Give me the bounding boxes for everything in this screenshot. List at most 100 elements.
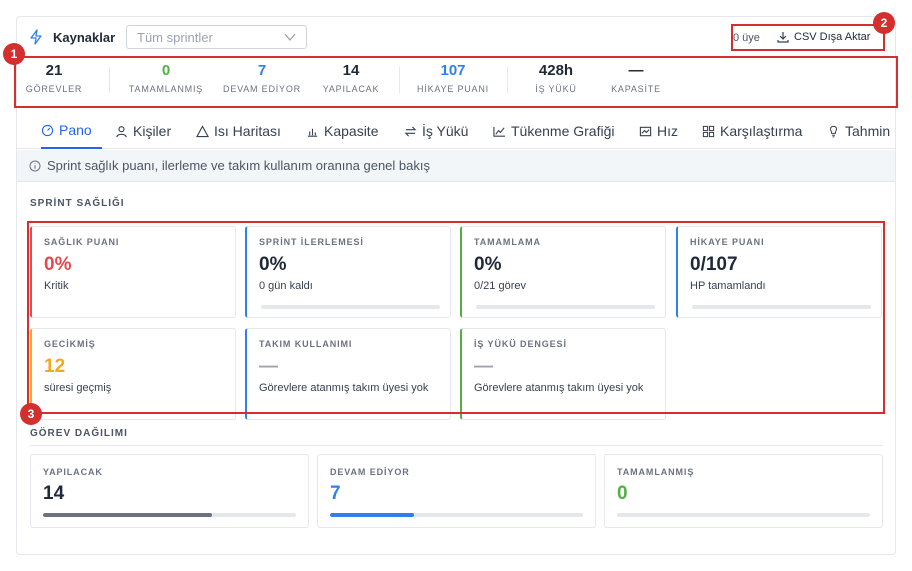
card-subtext: Görevlere atanmış takım üyesi yok [474, 382, 644, 394]
progress-bar [330, 513, 583, 517]
card-value: 0/107 [690, 254, 738, 275]
distribution-card-todo: YAPILACAK 14 [30, 454, 309, 528]
annotation-badge: 1 [3, 43, 25, 65]
stat-label: HİKAYE PUANI [417, 84, 489, 94]
tab-pano[interactable]: Pano [41, 113, 102, 149]
card-subtext: HP tamamlandı [690, 280, 766, 292]
card-value: 0% [44, 254, 72, 275]
tab-label: Hız [657, 123, 678, 139]
stat-label: İŞ YÜKÜ [535, 84, 577, 94]
health-card-story-points: HİKAYE PUANI 0/107 HP tamamlandı [676, 226, 882, 318]
page-title: Kaynaklar [53, 30, 116, 45]
info-icon [29, 160, 41, 171]
stat-todo: 14 YAPILACAK [311, 61, 391, 95]
card-subtext: süresi geçmiş [44, 382, 112, 394]
stat-value: 14 [342, 62, 360, 79]
tab-label: Isı Haritası [214, 123, 281, 139]
header-bar: Kaynaklar Tüm sprintler 0 üye CSV Dışa A… [17, 17, 895, 57]
card-value: — [259, 356, 278, 377]
stat-label: TAMAMLANMIŞ [128, 84, 204, 94]
health-card-sprint-progress: SPRİNT İLERLEMESİ 0% 0 gün kaldı [245, 226, 451, 318]
stat-capacity: — KAPASİTE [601, 61, 671, 95]
member-count: 0 üye [733, 32, 760, 44]
gauge-icon [41, 124, 54, 136]
card-value: 12 [44, 356, 66, 377]
progress-bar [692, 305, 871, 309]
stats-row: 21 GÖREVLER 0 TAMAMLANMIŞ 7 DEVAM EDİYOR… [17, 61, 895, 105]
tab-kapasite[interactable]: Kapasite [306, 113, 378, 149]
card-subtext: Kritik [44, 280, 69, 292]
card-subtext: 0/21 görev [474, 280, 526, 292]
bar-chart-icon [307, 128, 318, 137]
info-bar: Sprint sağlık puanı, ilerleme ve takım k… [17, 150, 895, 182]
stat-value: 428h [538, 62, 574, 79]
stat-value: 7 [257, 62, 267, 79]
stat-label: KAPASİTE [611, 84, 661, 94]
tab-label: İş Yükü [422, 123, 469, 139]
progress-fill [330, 513, 415, 517]
csv-export-label: CSV Dışa Aktar [794, 31, 871, 43]
stat-value: 21 [45, 62, 63, 79]
progress-bar [617, 513, 870, 517]
card-value: 7 [330, 483, 341, 504]
distribution-card-in-progress: DEVAM EDİYOR 7 [317, 454, 596, 528]
card-label: TAKIM KULLANIMI [259, 339, 353, 349]
tab-label: Karşılaştırma [720, 123, 803, 139]
sprint-select[interactable]: Tüm sprintler [126, 25, 307, 49]
card-value: 0% [474, 254, 502, 275]
tab-isi-haritasi[interactable]: Isı Haritası [196, 113, 281, 149]
progress-bar [261, 305, 440, 309]
card-label: YAPILACAK [43, 467, 103, 477]
card-subtext: Görevlere atanmış takım üyesi yok [259, 382, 429, 394]
tab-label: Kapasite [324, 123, 379, 139]
tab-is-yuku[interactable]: İş Yükü [404, 113, 468, 149]
warning-icon [196, 124, 209, 137]
chevron-down-icon [284, 33, 296, 42]
stat-label: GÖREVLER [25, 84, 83, 94]
tab-hiz[interactable]: Hız [639, 113, 678, 149]
stat-divider [399, 67, 400, 93]
card-label: TAMAMLANMIŞ [617, 467, 695, 477]
csv-export-button[interactable]: CSV Dışa Aktar [777, 31, 870, 43]
health-card-overdue: GECİKMİŞ 12 süresi geçmiş [30, 328, 236, 420]
bulb-icon [830, 125, 837, 137]
card-label: SAĞLIK PUANI [44, 237, 120, 247]
health-card-completion: TAMAMLAMA 0% 0/21 görev [460, 226, 666, 318]
tab-label: Pano [59, 122, 92, 138]
stat-value: — [628, 62, 644, 79]
tab-tahmin[interactable]: Tahmin [827, 113, 890, 149]
tab-kisiler[interactable]: Kişiler [115, 113, 171, 149]
stat-story-points: 107 HİKAYE PUANI [409, 61, 497, 95]
tab-tukenme-grafigi[interactable]: Tükenme Grafiği [493, 113, 614, 149]
card-label: HİKAYE PUANI [690, 237, 765, 247]
tab-label: Tükenme Grafiği [511, 123, 615, 139]
health-card-team-utilization: TAKIM KULLANIMI — Görevlere atanmış takı… [245, 328, 451, 420]
user-icon [116, 125, 127, 137]
tab-label: Tahmin [845, 123, 891, 139]
card-label: SPRİNT İLERLEMESİ [259, 237, 364, 247]
tab-karsilastirma[interactable]: Karşılaştırma [702, 113, 802, 149]
grid-icon [702, 125, 715, 137]
card-value: 14 [43, 483, 65, 504]
card-label: TAMAMLAMA [474, 237, 541, 247]
tab-bar: Pano Kişiler Isı Haritası Kapasite İş Yü… [17, 113, 895, 149]
card-value: 0 [617, 483, 628, 504]
sprint-select-placeholder: Tüm sprintler [137, 30, 213, 45]
stat-divider [109, 67, 110, 93]
line-chart-icon [493, 126, 506, 137]
stat-value: 0 [161, 62, 171, 79]
card-label: GECİKMİŞ [44, 339, 96, 349]
progress-bar [476, 305, 655, 309]
download-icon [777, 32, 789, 43]
card-value: 0% [259, 254, 287, 275]
card-subtext: 0 gün kaldı [259, 280, 313, 292]
card-value: — [474, 356, 493, 377]
card-label: DEVAM EDİYOR [330, 467, 410, 477]
annotation-badge: 2 [873, 12, 895, 34]
section-title-task-distribution: GÖREV DAĞILIMI [30, 428, 128, 439]
stat-label: DEVAM EDİYOR [223, 84, 301, 94]
distribution-card-completed: TAMAMLANMIŞ 0 [604, 454, 883, 528]
resources-panel: Kaynaklar Tüm sprintler 0 üye CSV Dışa A… [16, 16, 896, 555]
health-card-score: SAĞLIK PUANI 0% Kritik [30, 226, 236, 318]
section-title-sprint-health: SPRİNT SAĞLIĞI [30, 198, 125, 209]
